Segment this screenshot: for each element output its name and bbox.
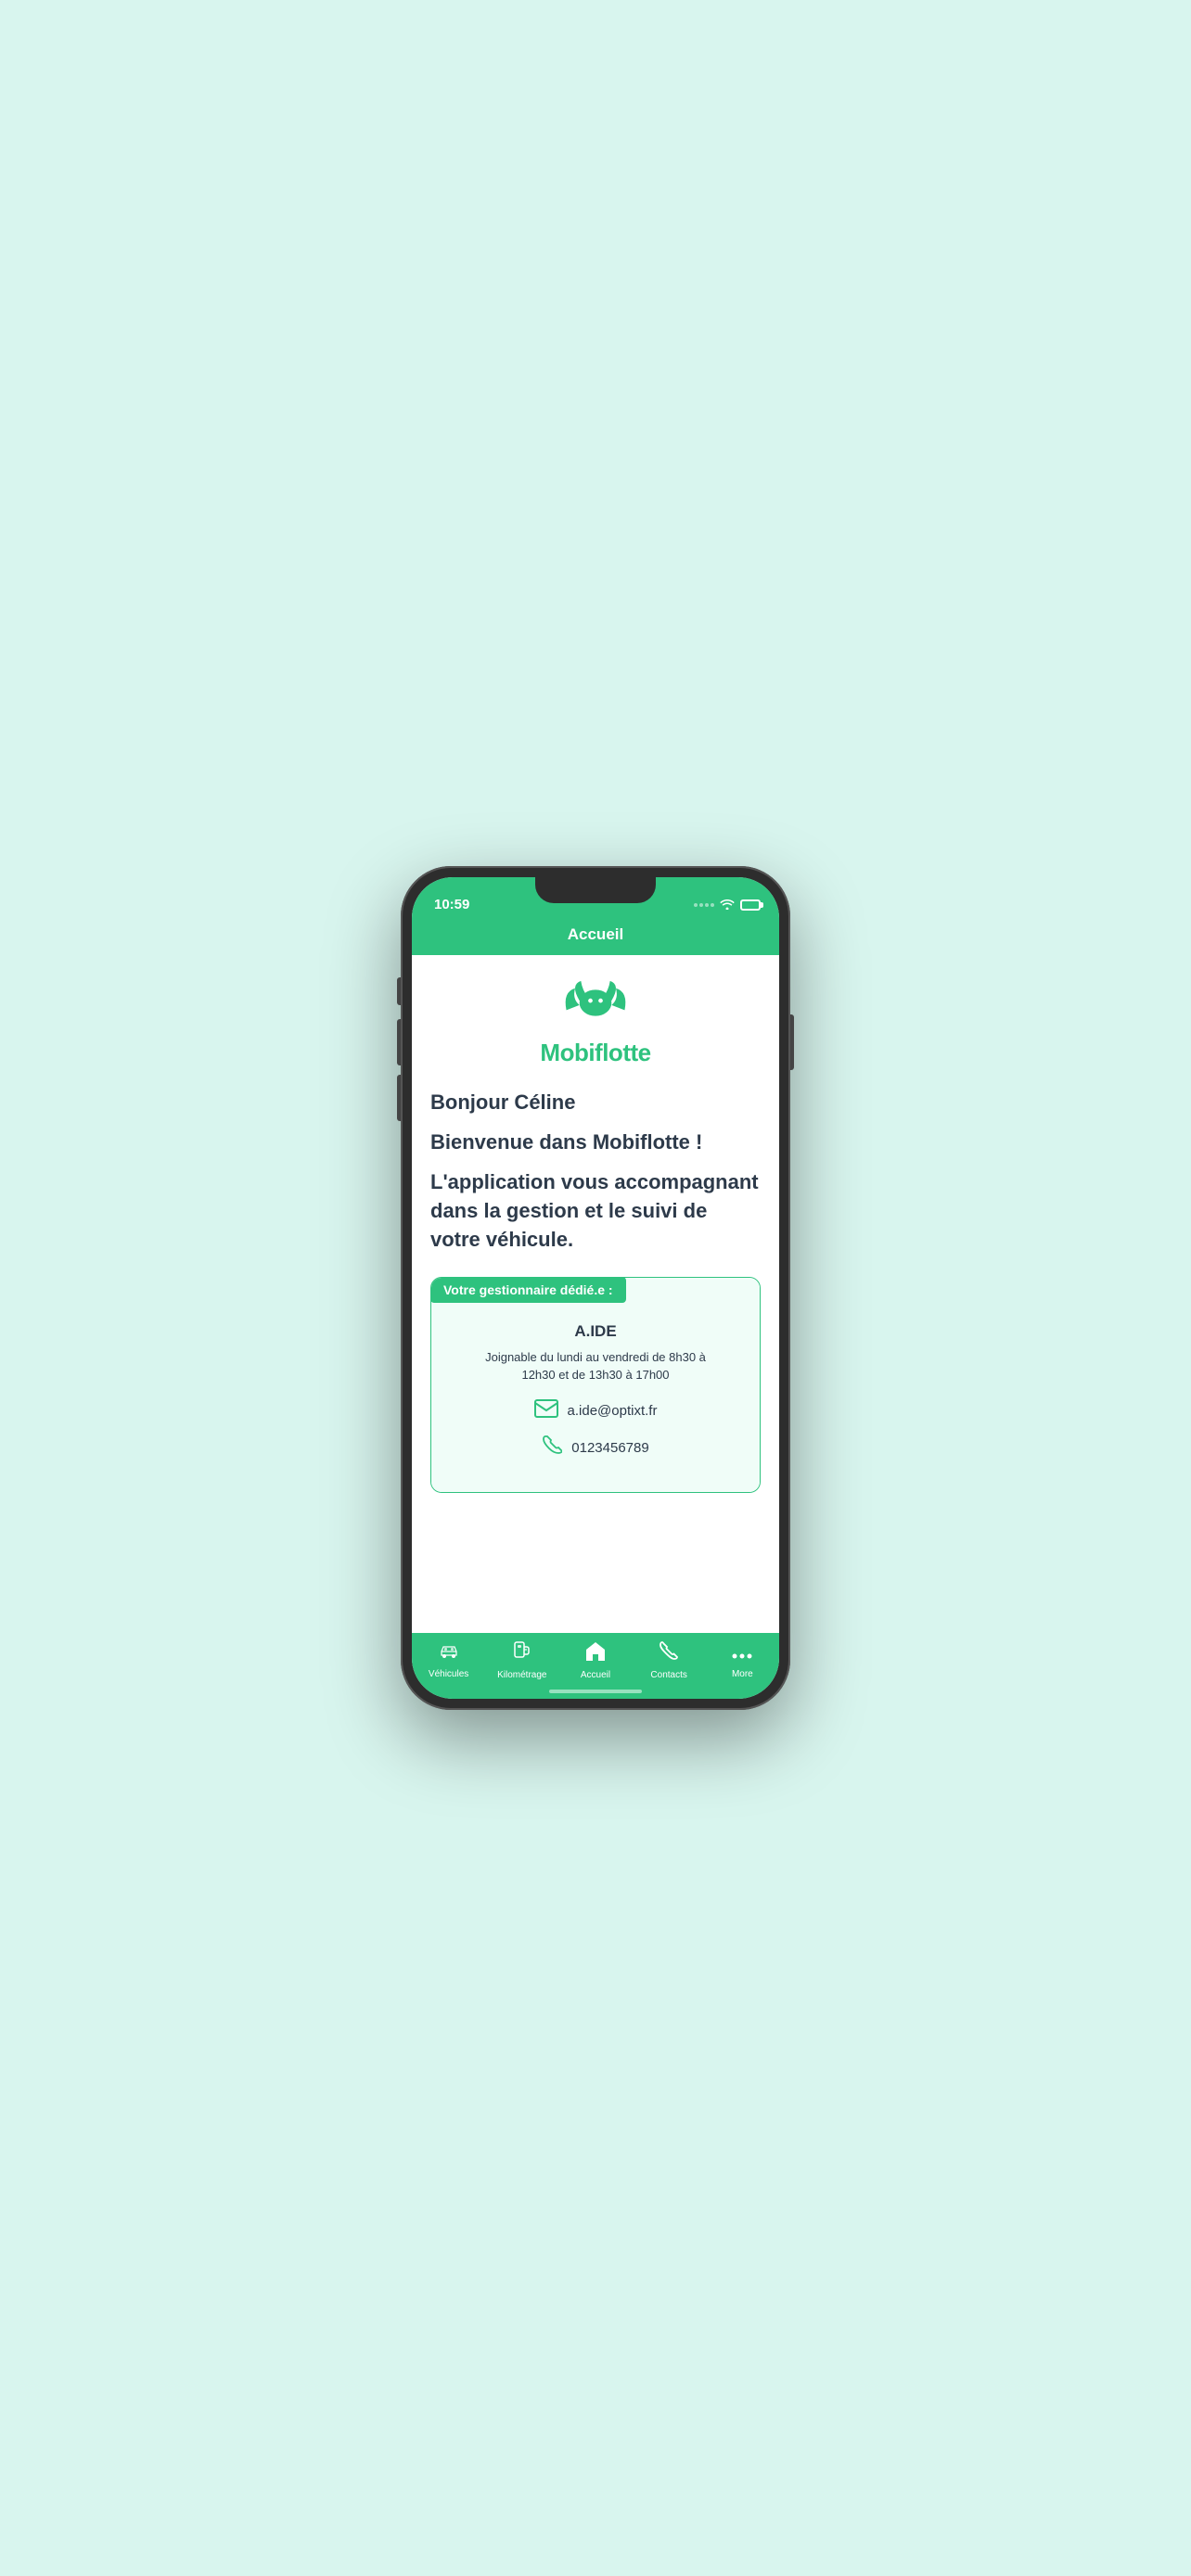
phone-frame: 10:59 Accueil: [401, 866, 790, 1710]
silent-button: [397, 977, 401, 1005]
power-button: [790, 1014, 794, 1070]
manager-card-body: A.IDE Joignable du lundi au vendredi de …: [431, 1278, 760, 1492]
phone-row[interactable]: 0123456789: [446, 1435, 745, 1462]
status-time: 10:59: [430, 897, 469, 912]
home-icon: [584, 1640, 607, 1666]
mobiflotte-logo-icon: [558, 977, 633, 1033]
volume-up-button: [397, 1019, 401, 1065]
notch: [535, 877, 656, 903]
tab-accueil-label: Accueil: [581, 1670, 610, 1680]
tab-vehicules[interactable]: Véhicules: [421, 1641, 477, 1679]
volume-down-button: [397, 1075, 401, 1121]
car-icon: [438, 1641, 460, 1665]
phone-text: 0123456789: [571, 1440, 648, 1456]
fuel-icon: [512, 1640, 532, 1666]
welcome-text: Bienvenue dans Mobiflotte !: [430, 1129, 761, 1156]
nav-header: Accueil: [412, 918, 779, 955]
tab-more[interactable]: More: [714, 1641, 770, 1679]
email-text: a.ide@optixt.fr: [568, 1403, 658, 1419]
status-icons: [694, 898, 761, 912]
email-row[interactable]: a.ide@optixt.fr: [446, 1399, 745, 1423]
manager-badge: Votre gestionnaire dédié.e :: [430, 1277, 626, 1303]
manager-card: Votre gestionnaire dédié.e : A.IDE Joign…: [430, 1277, 761, 1493]
tab-vehicules-label: Véhicules: [429, 1669, 468, 1679]
manager-hours: Joignable du lundi au vendredi de 8h30 à…: [446, 1348, 745, 1384]
email-icon: [534, 1399, 558, 1423]
tab-accueil[interactable]: Accueil: [568, 1640, 623, 1680]
manager-name: A.IDE: [446, 1322, 745, 1341]
signal-icon: [694, 903, 714, 907]
wifi-icon: [720, 898, 735, 912]
phone-icon: [542, 1435, 562, 1462]
main-content: Mobiflotte Bonjour Céline Bienvenue dans…: [412, 955, 779, 1633]
dots-icon: [731, 1641, 753, 1665]
logo-container: Mobiflotte: [430, 977, 761, 1067]
page-title: Accueil: [568, 925, 623, 943]
description-text: L'application vous accompagnant dans la …: [430, 1168, 761, 1254]
home-indicator: [549, 1690, 642, 1693]
phone-screen: 10:59 Accueil: [412, 877, 779, 1699]
tab-kilometrage-label: Kilométrage: [497, 1670, 546, 1680]
battery-icon: [740, 899, 761, 911]
phone-tab-icon: [659, 1640, 679, 1666]
tab-more-label: More: [732, 1669, 753, 1679]
tab-kilometrage[interactable]: Kilométrage: [494, 1640, 550, 1680]
greeting-text: Bonjour Céline: [430, 1090, 761, 1116]
tab-contacts-label: Contacts: [650, 1670, 686, 1680]
logo-text: Mobiflotte: [540, 1039, 650, 1067]
tab-contacts[interactable]: Contacts: [641, 1640, 697, 1680]
